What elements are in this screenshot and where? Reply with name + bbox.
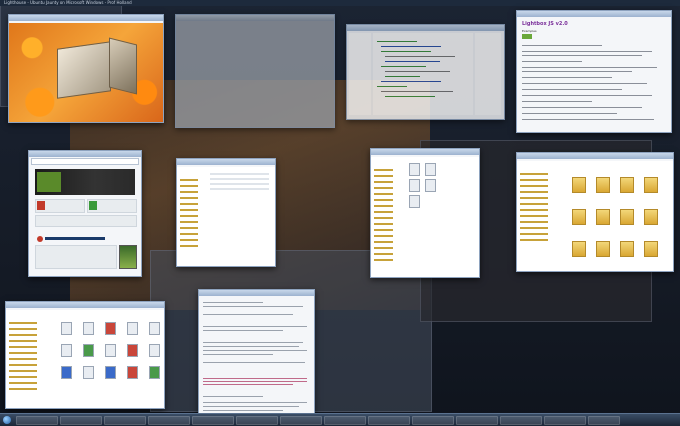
taskbar-item[interactable] [104,416,146,425]
explorer-nav-pane[interactable] [517,161,565,271]
window-title-bar[interactable] [517,11,671,17]
help-heading [45,237,105,240]
taskbar-item[interactable] [368,416,410,425]
window-title-bar[interactable] [371,149,479,155]
folder-icon[interactable] [595,177,610,193]
file-icon[interactable] [105,366,117,379]
window-title-bar[interactable] [29,151,141,157]
file-icon[interactable] [61,366,73,379]
window-title-bar[interactable] [6,302,164,308]
file-icon[interactable] [105,322,117,335]
taskbar-item[interactable] [280,416,322,425]
cube-face-side [109,37,137,95]
download-link-block-2[interactable] [87,199,137,213]
window-text-document[interactable] [198,289,315,421]
windows-orb-icon[interactable] [3,416,11,424]
explorer-file-list[interactable] [206,167,275,266]
desktop: Lighthouse - Ubuntu Jaunty on Microsoft … [0,0,680,426]
window-title-bar[interactable] [199,290,314,296]
file-icon[interactable] [105,344,117,357]
file-icon[interactable] [425,163,437,176]
code-outline-pane [475,33,501,115]
window-browser[interactable] [28,150,142,277]
window-title-bar[interactable] [177,159,275,165]
folder-icon[interactable] [595,241,610,257]
info-block [35,215,137,227]
taskbar-item[interactable] [236,416,278,425]
folder-icon[interactable] [571,241,586,257]
taskbar-item[interactable] [500,416,542,425]
file-icon[interactable] [425,179,437,192]
taskbar-item[interactable] [324,416,366,425]
window-title-bar[interactable] [176,15,334,21]
file-icon[interactable] [149,366,161,379]
help-options[interactable] [35,245,117,269]
window-blank[interactable] [175,14,335,128]
folder-icon[interactable] [643,209,658,225]
cube-face-front [57,41,111,99]
thumbnail-image[interactable] [119,245,137,269]
explorer-nav-pane[interactable] [371,157,405,277]
explorer-folder-grid[interactable] [563,161,673,271]
taskbar-item[interactable] [544,416,586,425]
folder-icon[interactable] [619,209,634,225]
file-icon[interactable] [149,322,161,335]
taskbar-item[interactable] [148,416,190,425]
window-title-bar[interactable] [9,15,163,21]
window-lightbox-doc[interactable]: Lightbox JS v2.0 Examples [516,10,672,133]
file-icon[interactable] [127,344,139,357]
file-icon[interactable] [409,179,421,192]
file-icon[interactable] [409,163,421,176]
window-photo-cube[interactable] [8,14,164,123]
window-explorer-1[interactable] [176,158,276,267]
file-icon[interactable] [83,366,95,379]
taskbar-item[interactable] [412,416,454,425]
file-icon[interactable] [83,322,95,335]
explorer-nav-pane[interactable] [6,310,55,408]
file-icon[interactable] [83,344,95,357]
taskbar [0,413,680,426]
window-explorer-files[interactable] [5,301,165,409]
folder-icon[interactable] [619,241,634,257]
folder-icon[interactable] [619,177,634,193]
explorer-nav-pane[interactable] [177,167,208,266]
help-icon [37,236,43,242]
explorer-file-list[interactable] [403,157,479,277]
file-icon[interactable] [61,344,73,357]
taskbar-item[interactable] [60,416,102,425]
folder-icon[interactable] [571,177,586,193]
download-link-block[interactable] [35,199,85,213]
code-editor-pane[interactable] [373,33,473,115]
taskbar-item[interactable] [456,416,498,425]
window-title-bar[interactable] [347,25,504,31]
address-bar[interactable] [31,158,139,165]
file-icon[interactable] [61,322,73,335]
doc-subtitle: Examples [522,29,537,33]
window-explorer-2[interactable] [370,148,480,278]
taskbar-item[interactable] [588,416,620,425]
file-icon[interactable] [409,195,421,208]
file-icon[interactable] [149,344,161,357]
doc-image-thumbnail[interactable] [522,34,532,39]
folder-icon[interactable] [643,177,658,193]
file-icon[interactable] [127,366,139,379]
photo-cube-view [9,23,163,122]
code-file-tree [349,33,371,115]
folder-icon[interactable] [595,209,610,225]
window-explorer-folders[interactable] [516,152,674,272]
file-icon[interactable] [127,322,139,335]
taskbar-item[interactable] [16,416,58,425]
window-code-editor[interactable] [346,24,505,120]
taskbar-item[interactable] [192,416,234,425]
folder-icon[interactable] [571,209,586,225]
explorer-file-grid[interactable] [53,310,164,408]
doc-heading: Lightbox JS v2.0 [522,21,568,27]
folder-icon[interactable] [643,241,658,257]
top-title-bar: Lighthouse - Ubuntu Jaunty on Microsoft … [0,0,680,6]
web-banner[interactable] [35,169,135,195]
top-title-text: Lighthouse - Ubuntu Jaunty on Microsoft … [4,0,132,5]
window-title-bar[interactable] [517,153,673,159]
